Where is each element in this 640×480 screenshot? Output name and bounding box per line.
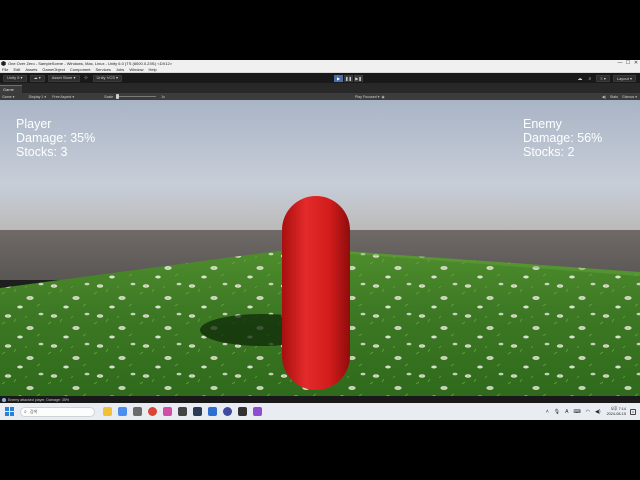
desktop-screen: One Over Zero - SampleScene - Windows, M… — [0, 60, 640, 420]
menu-assets[interactable]: Assets — [25, 67, 37, 72]
menu-help[interactable]: Help — [149, 67, 157, 72]
microphone-icon[interactable]: 🎙 — [554, 409, 560, 415]
play-button[interactable]: ▶ — [334, 75, 343, 82]
minimize-button[interactable]: — — [616, 60, 624, 67]
scale-label: Scale — [104, 94, 114, 99]
player-damage: Damage: 35% — [16, 131, 96, 145]
status-message: Enemy attacked player. Damage: 35% — [8, 397, 70, 402]
volume-icon[interactable]: ◀) — [595, 409, 601, 415]
keyboard-icon[interactable]: ⌨ — [573, 409, 580, 415]
chevron-up-icon[interactable]: ˄ — [546, 409, 549, 415]
clock-date: 2024-08-15 — [606, 411, 626, 416]
enemy-hud: Enemy Damage: 56% Stocks: 2 — [523, 117, 602, 159]
console-status-bar[interactable]: Enemy attacked player. Damage: 35% — [0, 396, 640, 403]
search-placeholder: 검색 — [29, 408, 38, 414]
player-capsule — [282, 196, 350, 390]
menu-window[interactable]: Window — [129, 67, 143, 72]
unity-editor-icon[interactable] — [238, 407, 247, 416]
game-mode-dropdown[interactable]: Game ▾ — [2, 95, 15, 99]
menu-services[interactable]: Services — [96, 67, 111, 72]
tab-strip: Game — [0, 83, 640, 93]
enemy-damage: Damage: 56% — [523, 131, 603, 145]
mute-icon[interactable]: ◉ — [382, 95, 385, 99]
menu-jobs[interactable]: Jobs — [116, 67, 124, 72]
start-button[interactable] — [5, 407, 14, 416]
notification-badge[interactable]: 2 — [630, 408, 636, 415]
cloud-dropdown[interactable]: ☁ ▾ — [29, 74, 45, 82]
taskbar-clock[interactable]: 오후 7:14 2024-08-15 — [607, 407, 626, 417]
scale-value: 1x — [161, 94, 165, 99]
player-stocks: Stocks: 3 — [16, 145, 68, 159]
maximize-button[interactable]: ☐ — [624, 60, 632, 67]
cloud-icon[interactable]: ☁ — [576, 75, 583, 82]
menu-edit[interactable]: Edit — [13, 67, 20, 72]
tab-game[interactable]: Game — [0, 85, 22, 93]
toolbar-right: ☁ ⌕ ≡ ▾ Layout ▾ — [573, 75, 636, 82]
unity-hub-icon[interactable] — [178, 407, 187, 416]
asset-store-dropdown[interactable]: Asset Store ▾ — [47, 74, 80, 82]
wifi-icon[interactable]: ◠ — [586, 409, 590, 415]
game-view-toolbar: Game ▾ Display 1 ▾ Free Aspect ▾ Scale 1… — [0, 93, 640, 100]
steam-icon[interactable] — [193, 407, 202, 416]
info-icon — [2, 397, 6, 402]
discord-icon[interactable] — [223, 407, 232, 416]
player-hud: Player Damage: 35% Stocks: 3 — [16, 117, 95, 159]
aspect-dropdown[interactable]: Free Aspect ▾ — [52, 95, 74, 99]
scale-slider-knob[interactable] — [116, 94, 120, 99]
game-viewport[interactable]: Player Damage: 35% Stocks: 3 Enemy Damag… — [0, 100, 640, 396]
menu-component[interactable]: Component — [70, 67, 91, 72]
tool-handle-icon[interactable]: ⊹ — [83, 75, 90, 82]
pause-button[interactable]: ❚❚ — [344, 75, 353, 82]
stats-button[interactable]: Stats — [610, 95, 618, 99]
system-tray: ˄ 🎙 A ⌨ ◠ ◀) 오후 7:14 2024-08-15 2 — [541, 403, 636, 420]
enemy-name: Enemy — [523, 117, 562, 131]
close-button[interactable]: ✕ — [632, 60, 640, 67]
chrome-icon[interactable] — [148, 407, 157, 416]
search-icon[interactable]: ⌕ — [586, 75, 593, 82]
main-toolbar: Unity 6 ▾ ☁ ▾ Asset Store ▾ ⊹ Unity VCS … — [0, 73, 640, 83]
play-controls: ▶ ❚❚ ▶❚ — [334, 75, 364, 82]
taskbar-search[interactable]: ⌕ 검색 — [20, 406, 95, 417]
account-dropdown[interactable]: Unity 6 ▾ — [3, 74, 27, 82]
layers-dropdown[interactable]: ≡ ▾ — [596, 75, 610, 82]
visual-studio-icon[interactable] — [253, 407, 262, 416]
audio-icon[interactable]: ◀) — [602, 95, 606, 99]
enemy-stocks: Stocks: 2 — [523, 145, 575, 159]
input-language[interactable]: A — [565, 409, 568, 415]
letterbox-bottom — [0, 420, 640, 480]
menu-file[interactable]: File — [2, 67, 8, 72]
scale-slider[interactable] — [116, 94, 157, 99]
player-name: Player — [16, 117, 52, 131]
windows-taskbar: ⌕ 검색 ˄ 🎙 A ⌨ ◠ ◀) 오후 7:14 2024-08-15 2 — [0, 403, 640, 420]
search-icon: ⌕ — [24, 408, 27, 415]
layout-dropdown[interactable]: Layout ▾ — [612, 75, 636, 82]
vcs-dropdown[interactable]: Unity VCS ▾ — [92, 74, 123, 82]
mail-icon[interactable] — [118, 407, 127, 416]
letterbox-top — [0, 0, 640, 60]
app-blue-icon[interactable] — [208, 407, 217, 416]
file-explorer-icon[interactable] — [103, 407, 112, 416]
menu-gameobject[interactable]: GameObject — [42, 67, 64, 72]
taskbar-apps — [103, 407, 268, 416]
step-button[interactable]: ▶❚ — [354, 75, 363, 82]
media-app-icon[interactable] — [163, 407, 172, 416]
store-icon[interactable] — [133, 407, 142, 416]
window-title: One Over Zero - SampleScene - Windows, M… — [8, 61, 173, 66]
play-focused-dropdown[interactable]: Play Focused ▾ — [355, 95, 380, 99]
game-view-right: ◀) Stats Gizmos ▾ — [598, 93, 637, 100]
gizmos-dropdown[interactable]: Gizmos ▾ — [622, 95, 637, 99]
display-dropdown[interactable]: Display 1 ▾ — [29, 95, 47, 99]
unity-logo-icon — [1, 61, 6, 66]
window-titlebar[interactable]: One Over Zero - SampleScene - Windows, M… — [0, 60, 640, 67]
